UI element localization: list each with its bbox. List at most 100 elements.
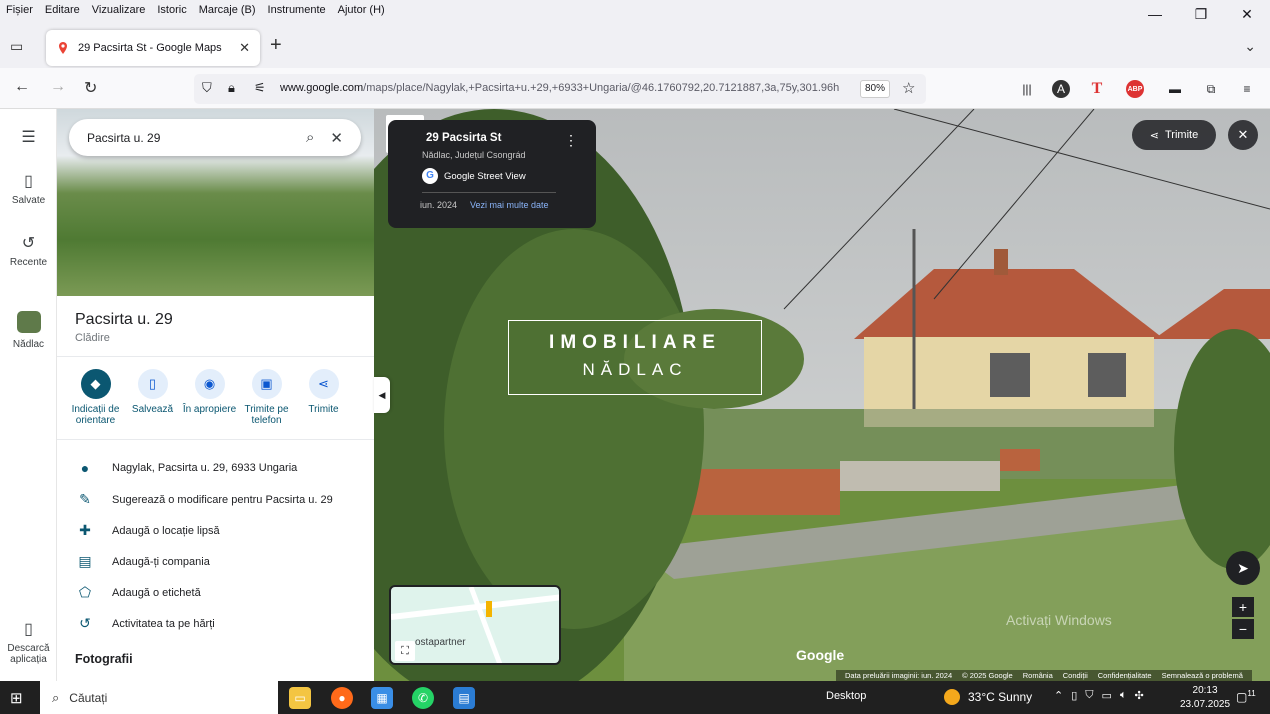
taskbar-search[interactable]: ⌕ Căutați (40, 681, 278, 714)
report-problem-link[interactable]: Semnalează o problemă (1162, 671, 1243, 680)
send-to-phone-button[interactable]: ▣ Trimite pe telefon (238, 369, 295, 426)
account-icon[interactable]: A (1052, 80, 1070, 98)
security-icon[interactable]: ⛉ (1085, 689, 1093, 702)
street-view-title: 29 Pacsirta St (426, 132, 502, 144)
battery-icon[interactable]: ▭ (1102, 689, 1112, 702)
tab-list-icon[interactable]: ▭ (10, 38, 23, 55)
street-view-source: G Google Street View (422, 168, 526, 184)
star-icon[interactable]: ☆ (902, 79, 915, 97)
forward-icon[interactable]: → (50, 78, 66, 96)
address-bar[interactable]: ⛉ 🔒︎ ⚟ www.google.com/maps/place/Nagylak… (194, 74, 926, 104)
recent-place-nadlac[interactable]: Nădlac (0, 311, 57, 350)
watermark-logo: IMOBILIARE NĂDLAC (508, 320, 762, 395)
share-icon: ⋖ (308, 369, 339, 399)
privacy-link[interactable]: Confidențialitate (1098, 671, 1152, 680)
bookmark-icon: ▯ (24, 173, 33, 190)
street-view[interactable]: ⌨ ▾ 29 Pacsirta St Nădlac, Județul Csong… (374, 109, 1270, 681)
chevron-up-icon[interactable]: ⌃ (1054, 689, 1063, 702)
text-extension-icon[interactable]: T (1088, 80, 1106, 98)
weather-widget[interactable]: 33°C Sunny (944, 689, 1032, 705)
place-panel: Pacsirta u. 29 ⌕ ✕ Pacsirta u. 29 Clădir… (57, 109, 374, 681)
menu-history[interactable]: Istoric (151, 4, 192, 16)
minimize-button[interactable]: — (1132, 0, 1178, 28)
compass-icon[interactable]: ➤ (1226, 551, 1260, 585)
address-row[interactable]: ● Nagylak, Pacsirta u. 29, 6933 Ungaria (75, 460, 365, 476)
add-business-row[interactable]: ▤ Adaugă-ți compania (75, 553, 365, 570)
maps-activity-row[interactable]: ↺ Activitatea ta pe hărți (75, 615, 365, 632)
close-streetview-button[interactable]: ✕ (1228, 120, 1258, 150)
bookmark-icon: ▯ (137, 369, 168, 399)
close-tab-icon[interactable]: ✕ (239, 40, 250, 56)
menu-file[interactable]: Fișier (0, 4, 39, 16)
menu-help[interactable]: Ajutor (H) (332, 4, 391, 16)
more-options-icon[interactable]: ⋮ (564, 132, 578, 149)
tab-google-maps[interactable]: 29 Pacsirta St - Google Maps ✕ (46, 30, 260, 66)
new-tab-button[interactable]: + (270, 34, 282, 57)
menu-tools[interactable]: Instrumente (262, 4, 332, 16)
back-icon[interactable]: ← (14, 78, 30, 96)
save-button[interactable]: ▯ Salvează (124, 369, 181, 426)
directions-button[interactable]: ◆ Indicații de orientare (67, 369, 124, 426)
whatsapp-icon[interactable]: ✆ (412, 687, 434, 709)
maps-pin-icon (59, 42, 67, 54)
store-icon[interactable]: ▦ (371, 687, 393, 709)
menu-button[interactable]: ☰ (0, 127, 57, 151)
zoom-out-button[interactable]: − (1232, 619, 1254, 639)
add-label-row[interactable]: ⬠ Adaugă o etichetă (75, 584, 365, 601)
usb-icon[interactable]: ▯ (1071, 689, 1077, 702)
nearby-button[interactable]: ◉ În apropiere (181, 369, 238, 426)
menu-bookmarks[interactable]: Marcaje (B) (193, 4, 262, 16)
notification-center-icon[interactable]: ▢11 (1236, 689, 1256, 704)
search-icon: ⌕ (52, 689, 60, 705)
lock-icon[interactable]: 🔒︎ (228, 80, 235, 96)
firefox-icon[interactable]: ● (331, 687, 353, 709)
directions-icon: ◆ (80, 369, 111, 399)
permissions-icon[interactable]: ⚟ (254, 80, 266, 96)
zoom-level[interactable]: 80% (860, 80, 890, 98)
file-explorer-icon[interactable]: ▭ (289, 687, 311, 709)
reload-icon[interactable]: ↻ (84, 78, 97, 98)
clock[interactable]: 20:13 23.07.2025 (1180, 684, 1230, 712)
network-icon[interactable]: ✣ (1135, 689, 1144, 702)
collapse-panel-button[interactable]: ◀ (374, 377, 390, 413)
recent-button[interactable]: ↺ Recente (0, 233, 57, 268)
menu-view[interactable]: Vizualizare (86, 4, 152, 16)
puzzle-icon[interactable]: ⧉ (1202, 80, 1220, 98)
chevron-down-icon[interactable]: ⌄ (1244, 38, 1256, 55)
sun-icon (944, 689, 960, 705)
hamburger-menu-icon[interactable]: ≡ (1238, 80, 1256, 98)
country-link[interactable]: România (1023, 671, 1053, 680)
minimap[interactable]: ⛶ ostapartner (389, 585, 561, 665)
terms-link[interactable]: Condiții (1063, 671, 1088, 680)
volume-icon[interactable]: 🔈︎ (1120, 689, 1127, 702)
windows-start-icon[interactable]: ⊞ (10, 689, 23, 707)
close-window-button[interactable]: ✕ (1224, 0, 1270, 28)
more-dates-link[interactable]: Vezi mai multe date (470, 200, 549, 210)
saved-button[interactable]: ▯ Salvate (0, 171, 57, 206)
menu-edit[interactable]: Editare (39, 4, 86, 16)
shield-icon[interactable]: ⛉ (202, 80, 212, 96)
desktop-toolbar[interactable]: Desktop (826, 690, 866, 702)
close-icon[interactable]: ✕ (330, 129, 343, 147)
maps-left-rail: ☰ ▯ Salvate ↺ Recente Nădlac ▯ Descarcă apl… (0, 109, 57, 681)
street-view-info-card: 29 Pacsirta St Nădlac, Județul Csongrád … (388, 120, 596, 228)
library-icon[interactable]: ||| (1018, 80, 1036, 98)
share-button[interactable]: ⋖ Trimite (295, 369, 352, 426)
photos-heading: Fotografii (75, 652, 133, 666)
label-icon: ⬠ (78, 584, 92, 600)
add-missing-place-row[interactable]: ✚ Adaugă o locație lipsă (75, 522, 365, 539)
word-icon[interactable]: ▤ (453, 687, 475, 709)
suggest-edit-row[interactable]: ✎ Sugerează o modificare pentru Pacsirta … (75, 491, 365, 508)
adblock-icon[interactable]: ABP (1126, 80, 1144, 98)
share-streetview-button[interactable]: ⋖ Trimite (1132, 120, 1216, 150)
download-app-button[interactable]: ▯ Descarcă aplicația (0, 619, 57, 665)
extension-icon[interactable]: ▬ (1166, 80, 1184, 98)
url-text[interactable]: www.google.com/maps/place/Nagylak,+Pacsi… (280, 82, 850, 94)
search-input[interactable]: Pacsirta u. 29 (87, 131, 290, 145)
expand-map-icon[interactable]: ⛶ (395, 641, 415, 661)
search-box[interactable]: Pacsirta u. 29 ⌕ ✕ (69, 119, 361, 156)
zoom-in-button[interactable]: + (1232, 597, 1254, 617)
search-icon[interactable]: ⌕ (306, 129, 314, 146)
restore-button[interactable]: ❐ (1178, 0, 1224, 28)
divider (422, 192, 556, 193)
